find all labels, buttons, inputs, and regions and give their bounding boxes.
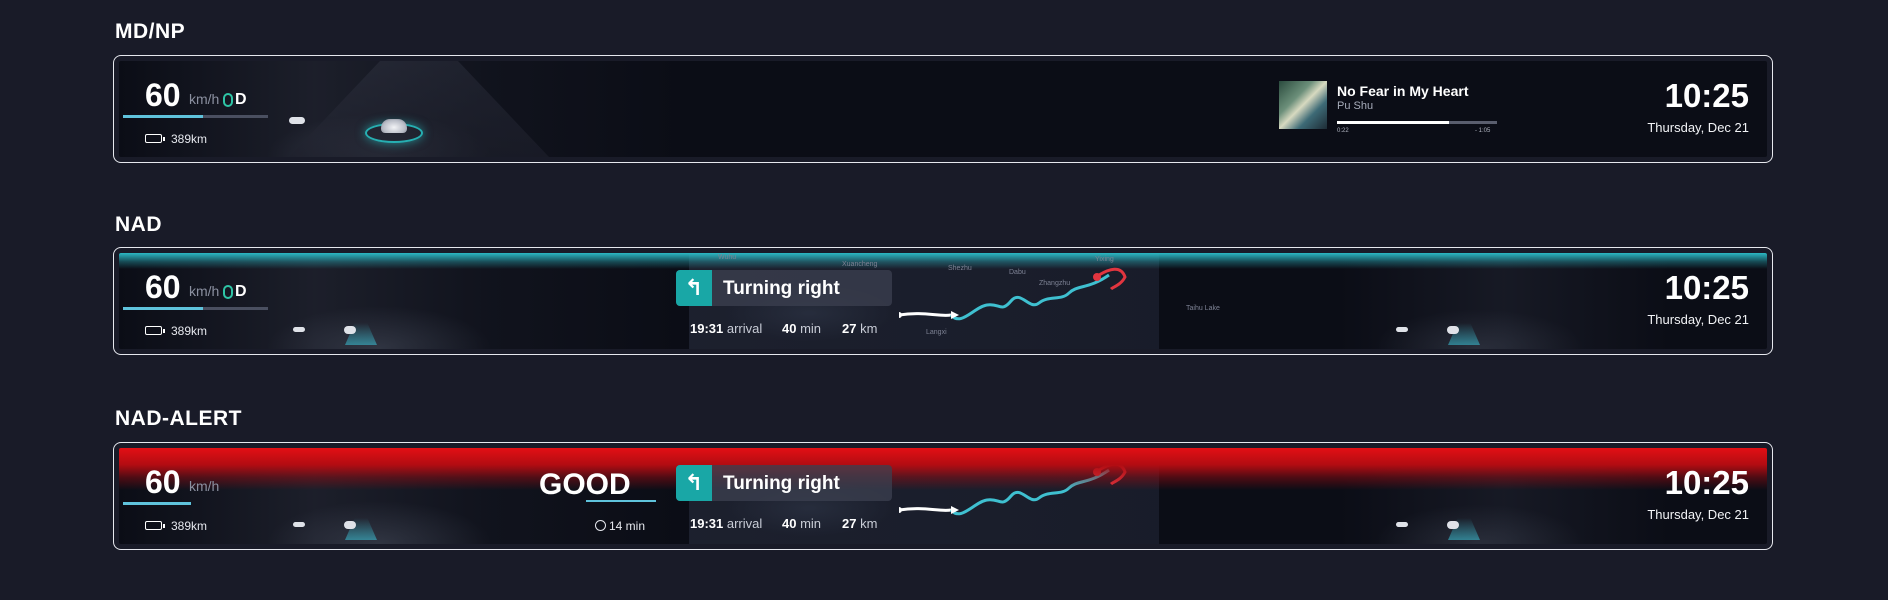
speed-value: 60	[145, 77, 181, 113]
nearby-car	[293, 327, 305, 332]
speed-unit: km/h	[189, 283, 220, 299]
duration-value: 40	[782, 516, 797, 531]
date: Thursday, Dec 21	[1647, 312, 1749, 327]
alert-timer: 14 min	[609, 519, 646, 533]
nearby-car-right	[1396, 327, 1408, 332]
speed-bar-fill	[123, 502, 191, 505]
distance-value: 27	[842, 321, 857, 336]
nearby-car-right	[1396, 522, 1408, 527]
distance-unit: km	[860, 516, 878, 531]
speed-value: 60	[145, 269, 181, 305]
arrival-info: 19:31 arrival	[690, 321, 762, 336]
turn-instruction: Turning right	[723, 473, 840, 494]
turn-arrow-icon: ↰	[676, 465, 712, 501]
duration-value: 40	[782, 321, 797, 336]
speed-bar	[123, 307, 268, 310]
media-progress-fill	[1337, 121, 1449, 124]
speed-bar	[123, 502, 191, 505]
turn-instruction-card[interactable]: ↰ Turning right	[676, 465, 892, 501]
date: Thursday, Dec 21	[1647, 507, 1749, 522]
turn-instruction: Turning right	[723, 278, 840, 299]
ego-car	[344, 521, 356, 529]
map-label: Xuancheng	[842, 261, 878, 268]
arrival-info: 19:31 arrival	[690, 516, 762, 531]
turn-instruction-card[interactable]: ↰ Turning right	[676, 270, 892, 306]
route-start-dot	[899, 312, 902, 318]
alarm-clock-icon	[595, 520, 606, 531]
battery-icon	[145, 134, 165, 143]
route-traveled	[899, 507, 952, 512]
speed-bar-fill	[123, 115, 203, 118]
arrival-time: 19:31	[690, 321, 724, 336]
duration-unit: min	[800, 516, 822, 531]
clock: 10:25	[1664, 269, 1749, 306]
duration-unit: min	[800, 321, 822, 336]
clock: 10:25	[1664, 77, 1749, 114]
screen-nad: 60 km/h D 389km Wuhu Xuancheng Shezhu Da…	[119, 253, 1767, 349]
media-progress-bar[interactable]	[1337, 121, 1497, 124]
route-start-dot	[899, 507, 902, 513]
range-value: 389km	[171, 132, 208, 146]
panel-nad-alert: 60 km/h 389km GOOD 14 min ↰ Turning righ…	[113, 442, 1773, 550]
alert-red-glow	[119, 448, 1767, 490]
album-art[interactable]	[1279, 81, 1327, 129]
speed-unit: km/h	[189, 478, 220, 494]
distance-value: 27	[842, 516, 857, 531]
route-traveled	[899, 312, 952, 317]
route-remaining	[949, 273, 1110, 321]
screen-mdnp: 60 km/h D 389km No Fear in My Heart Pu S…	[119, 61, 1767, 157]
nearby-car	[293, 522, 305, 527]
clock: 10:25	[1664, 464, 1749, 501]
battery-icon	[145, 521, 165, 530]
ego-car-right	[1447, 521, 1459, 529]
range-value: 389km	[171, 324, 208, 338]
nearby-car	[289, 117, 305, 124]
panel-mdnp: 60 km/h D 389km No Fear in My Heart Pu S…	[113, 55, 1773, 163]
ego-car	[344, 326, 356, 334]
distance-info: 27 km	[842, 516, 877, 531]
eco-mode-icon	[223, 285, 233, 299]
speed-unit: km/h	[189, 91, 220, 107]
arrival-label: arrival	[726, 516, 763, 531]
song-title: No Fear in My Heart	[1337, 83, 1469, 99]
ego-car	[381, 119, 407, 133]
duration-info: 40 min	[782, 321, 821, 336]
section-title-nad: NAD	[115, 213, 162, 236]
section-title-mdnp: MD/NP	[115, 20, 186, 43]
media-elapsed: 0:22	[1337, 128, 1349, 134]
ego-car-right	[1447, 326, 1459, 334]
date: Thursday, Dec 21	[1647, 120, 1749, 135]
distance-unit: km	[860, 321, 878, 336]
map-label: Yixing	[1095, 256, 1114, 263]
distance-info: 27 km	[842, 321, 877, 336]
duration-info: 40 min	[782, 516, 821, 531]
arrival-label: arrival	[726, 321, 763, 336]
battery-icon	[145, 326, 165, 335]
speed-bar-fill	[123, 307, 203, 310]
media-remaining: - 1:05	[1475, 128, 1491, 134]
song-artist: Pu Shu	[1337, 100, 1374, 112]
screen-nad-alert: 60 km/h 389km GOOD 14 min ↰ Turning righ…	[119, 448, 1767, 544]
route-line	[899, 267, 1127, 321]
gear-indicator: D	[235, 91, 247, 108]
arrival-time: 19:31	[690, 516, 724, 531]
gear-indicator: D	[235, 283, 247, 300]
driver-status: GOOD	[539, 468, 631, 501]
driver-status-fill	[586, 500, 656, 502]
map-label: Wuhu	[718, 254, 737, 261]
range-value: 389km	[171, 519, 208, 533]
eco-mode-icon	[223, 93, 233, 107]
speed-bar	[123, 115, 268, 118]
destination-pin-icon	[1093, 273, 1101, 281]
map-label: Taihu Lake	[1186, 305, 1220, 312]
speed-value: 60	[145, 464, 181, 500]
panel-nad: 60 km/h D 389km Wuhu Xuancheng Shezhu Da…	[113, 247, 1773, 355]
turn-arrow-icon: ↰	[676, 270, 712, 306]
section-title-nad-alert: NAD-ALERT	[115, 407, 242, 430]
driver-status-bar	[586, 500, 656, 502]
